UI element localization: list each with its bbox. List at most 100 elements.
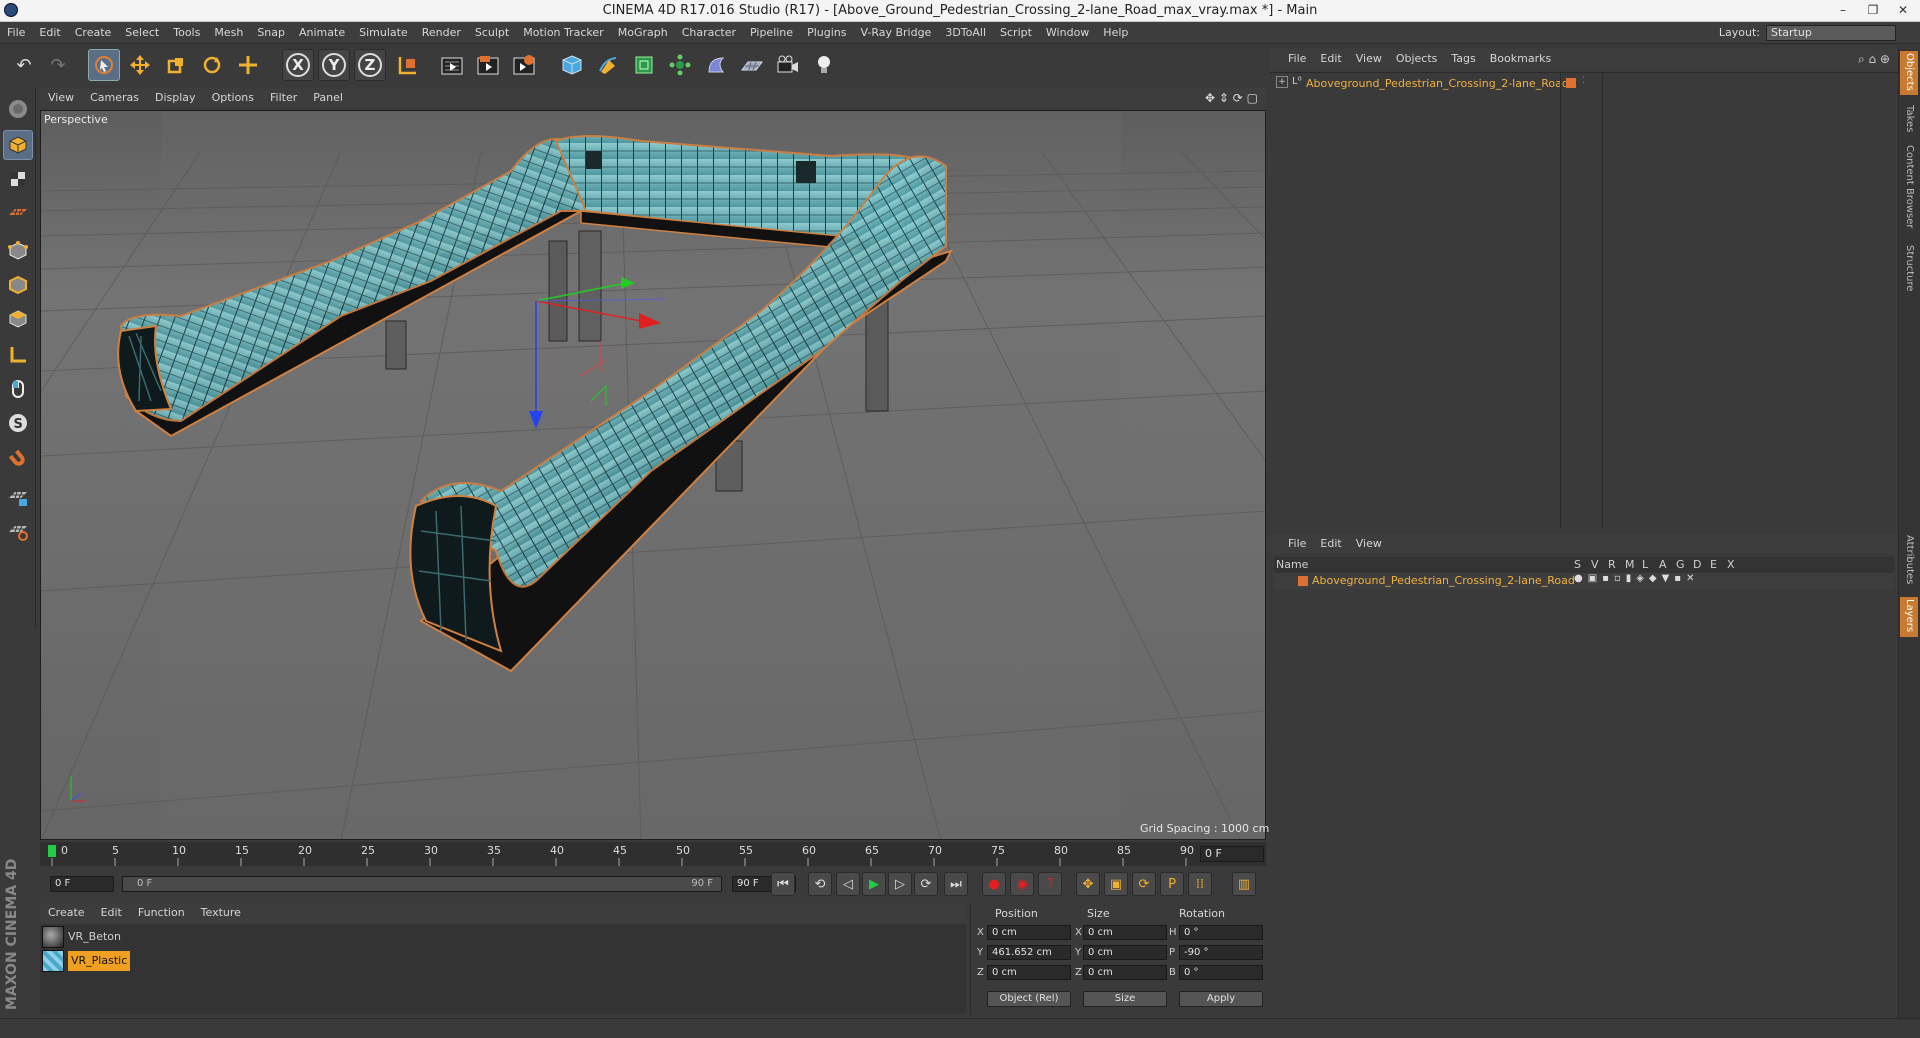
visibility-dots-icon[interactable]: ⁚	[1582, 76, 1585, 86]
texture-mode-icon[interactable]	[3, 164, 33, 194]
tab-takes[interactable]: Takes	[1904, 105, 1915, 132]
tab-attributes[interactable]: Attributes	[1904, 535, 1915, 584]
layer-row[interactable]: Aboveground_Pedestrian_Crossing_2-lane_R…	[1274, 573, 1894, 589]
planar-workplane-icon[interactable]	[3, 516, 33, 546]
previous-key-icon[interactable]: ⟲	[808, 872, 832, 896]
layer-name[interactable]: Aboveground_Pedestrian_Crossing_2-lane_R…	[1312, 574, 1575, 587]
close-button[interactable]: ✕	[1888, 0, 1918, 20]
move-icon[interactable]	[124, 49, 156, 81]
expand-toggle-icon[interactable]: +	[1276, 76, 1288, 88]
tab-objects[interactable]: Objects	[1904, 53, 1915, 91]
array-icon[interactable]	[664, 49, 696, 81]
object-name[interactable]: Aboveground_Pedestrian_Crossing_2-lane_R…	[1306, 77, 1569, 90]
magnet-icon[interactable]	[3, 444, 33, 474]
key-parameter-icon[interactable]: P	[1160, 872, 1184, 896]
key-rotation-icon[interactable]: ⟳	[1132, 872, 1156, 896]
object-manager-search-icon[interactable]: ⌕ ⌂ ⊕	[1858, 52, 1890, 67]
go-to-start-icon[interactable]: ⏮	[771, 872, 795, 896]
go-to-end-icon[interactable]: ⏭	[944, 872, 968, 896]
axis-mode-icon[interactable]	[3, 340, 33, 370]
viewport-menu-options[interactable]: Options	[204, 88, 262, 108]
live-select-icon[interactable]	[88, 49, 120, 81]
model-mode-icon[interactable]	[3, 130, 33, 160]
material-item[interactable]: VR_Beton	[42, 926, 242, 948]
position-z-field[interactable]: 0 cm	[987, 965, 1071, 980]
object-menu-file[interactable]: File	[1270, 49, 1313, 69]
material-menu-texture[interactable]: Texture	[193, 903, 249, 923]
viewport-menu-cameras[interactable]: Cameras	[82, 88, 147, 108]
cube-icon[interactable]	[556, 49, 588, 81]
autokey-icon[interactable]: ◉	[1010, 872, 1034, 896]
material-menu-function[interactable]: Function	[130, 903, 193, 923]
menu-animate[interactable]: Animate	[292, 22, 352, 44]
viewport-menu-display[interactable]: Display	[147, 88, 204, 108]
scale-icon[interactable]	[160, 49, 192, 81]
menu-file[interactable]: File	[0, 22, 32, 44]
locked-workplane-icon[interactable]	[3, 482, 33, 512]
menu-mesh[interactable]: Mesh	[207, 22, 250, 44]
menu-script[interactable]: Script	[993, 22, 1039, 44]
menu-select[interactable]: Select	[118, 22, 166, 44]
key-scale-icon[interactable]: ▣	[1104, 872, 1128, 896]
camera-icon[interactable]	[772, 49, 804, 81]
tweak-mode-icon[interactable]	[3, 374, 33, 404]
previous-frame-icon[interactable]: ◁	[836, 872, 860, 896]
floor-icon[interactable]	[736, 49, 768, 81]
size-mode-dropdown[interactable]: Size	[1083, 991, 1167, 1007]
snapping-icon[interactable]: S	[3, 408, 33, 438]
menu-render[interactable]: Render	[415, 22, 468, 44]
menu-character[interactable]: Character	[675, 22, 743, 44]
workplane-mode-icon[interactable]	[3, 198, 33, 228]
layer-menu-edit[interactable]: Edit	[1313, 534, 1348, 554]
rotate-icon[interactable]	[196, 49, 228, 81]
z-axis-icon[interactable]: Z	[354, 49, 386, 81]
menu-motion-tracker[interactable]: Motion Tracker	[516, 22, 610, 44]
menu-sculpt[interactable]: Sculpt	[468, 22, 516, 44]
layer-toggle-icons[interactable]: ●▣▪▫▮◈◆▼▪✕	[1574, 573, 1699, 584]
undo-icon[interactable]: ↶	[8, 49, 40, 81]
menu-mograph[interactable]: MoGraph	[611, 22, 675, 44]
menu-plugins[interactable]: Plugins	[800, 22, 853, 44]
object-menu-bookmarks[interactable]: Bookmarks	[1483, 49, 1558, 69]
layer-menu-file[interactable]: File	[1270, 534, 1313, 554]
play-icon[interactable]: ▶	[862, 872, 886, 896]
material-item-selected[interactable]: VR_Plastic	[42, 950, 242, 972]
render-view-icon[interactable]	[436, 49, 468, 81]
size-x-field[interactable]: 0 cm	[1083, 925, 1167, 940]
key-pla-icon[interactable]: ⁞⁞	[1188, 872, 1212, 896]
menu-3dtoall[interactable]: 3DToAll	[938, 22, 993, 44]
3d-viewport[interactable]	[40, 110, 1266, 840]
viewport-menu-view[interactable]: View	[40, 88, 82, 108]
tab-content-browser[interactable]: Content Browser	[1904, 145, 1915, 228]
coordinate-mode-dropdown[interactable]: Object (Rel)	[987, 991, 1071, 1007]
menu-simulate[interactable]: Simulate	[352, 22, 415, 44]
layer-color-swatch[interactable]	[1298, 576, 1308, 586]
next-key-icon[interactable]: ⟳	[914, 872, 938, 896]
restore-button[interactable]: ❐	[1858, 0, 1888, 20]
deformer-icon[interactable]	[700, 49, 732, 81]
points-mode-icon[interactable]	[3, 236, 33, 266]
menu-pipeline[interactable]: Pipeline	[743, 22, 800, 44]
material-menu-create[interactable]: Create	[40, 903, 93, 923]
timeline-ruler[interactable]: 0 5 10 15 20 25 30 35 40 45 50 55 60 65 …	[40, 842, 1266, 866]
edges-mode-icon[interactable]	[3, 270, 33, 300]
object-menu-tags[interactable]: Tags	[1444, 49, 1482, 69]
pen-icon[interactable]	[592, 49, 624, 81]
current-frame-field[interactable]: 0 F	[1200, 846, 1264, 862]
frame-range-slider[interactable]: 0 F 90 F	[122, 876, 722, 892]
material-menu-edit[interactable]: Edit	[93, 903, 130, 923]
menu-snap[interactable]: Snap	[250, 22, 292, 44]
x-axis-icon[interactable]: X	[282, 49, 314, 81]
object-menu-objects[interactable]: Objects	[1389, 49, 1445, 69]
next-frame-icon[interactable]: ▷	[888, 872, 912, 896]
render-picture-viewer-icon[interactable]	[472, 49, 504, 81]
menu-window[interactable]: Window	[1039, 22, 1096, 44]
timeline-window-icon[interactable]: ▥	[1232, 872, 1256, 896]
rotation-h-field[interactable]: 0 °	[1179, 925, 1263, 940]
tab-structure[interactable]: Structure	[1904, 245, 1915, 292]
rotation-p-field[interactable]: -90 °	[1179, 945, 1263, 960]
position-y-field[interactable]: 461.652 cm	[987, 945, 1071, 960]
viewport-menu-filter[interactable]: Filter	[262, 88, 305, 108]
viewport-nav-icons[interactable]: ✥ ⇕ ⟳ ▢	[1205, 91, 1258, 105]
recent-tool-icon[interactable]	[232, 49, 264, 81]
